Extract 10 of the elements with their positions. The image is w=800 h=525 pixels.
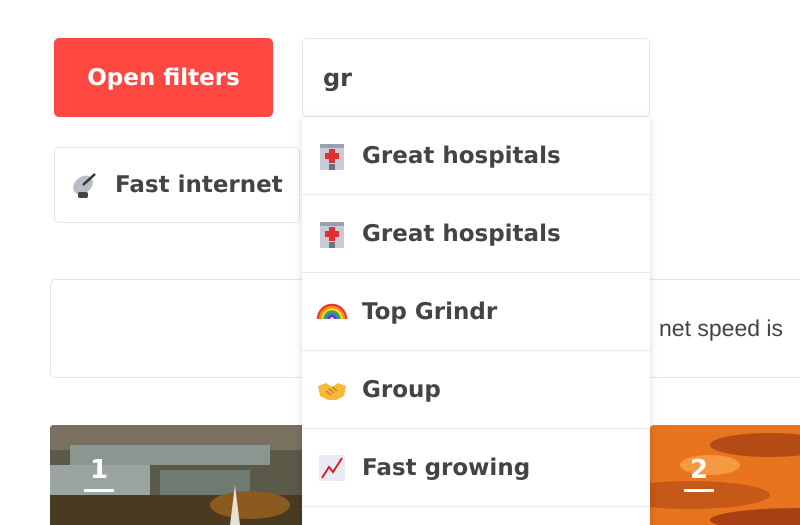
suggestion-item[interactable]: Great hospitals — [302, 117, 650, 195]
search-field[interactable]: gr — [302, 38, 650, 117]
info-text: net speed is — [659, 314, 784, 342]
rainbow-icon — [316, 303, 348, 320]
suggestion-item[interactable]: Group — [302, 351, 650, 429]
filter-chip[interactable]: Fast internet — [54, 147, 300, 223]
suggestion-item[interactable]: Great hospitals — [302, 195, 650, 273]
card-number: 2 — [684, 455, 714, 492]
suggestion-item[interactable]: Top Grindr — [302, 273, 650, 351]
card-number: 1 — [84, 455, 114, 492]
